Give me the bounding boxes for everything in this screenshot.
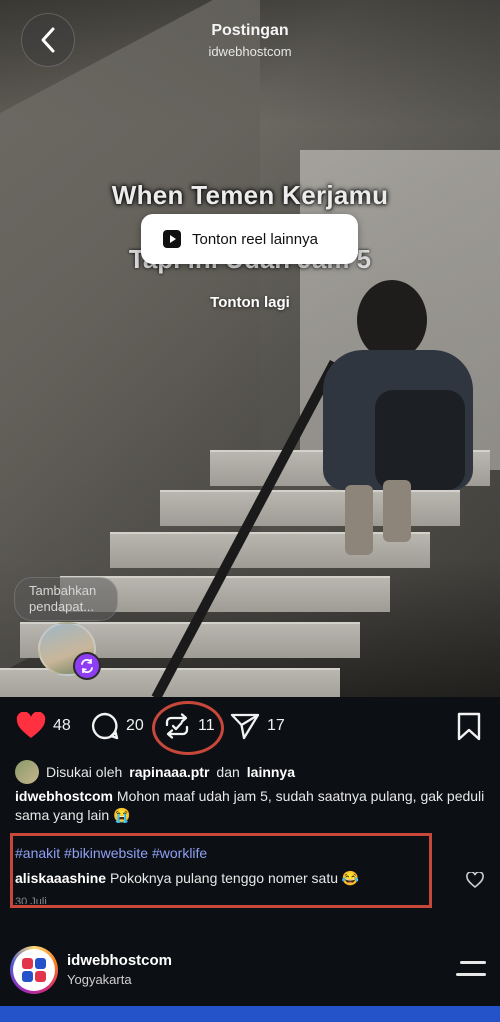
like-count: 48 [53,717,71,734]
add-note-bubble[interactable]: Tambahkan pendapat... [14,577,118,621]
post-caption: idwebhostcom Mohon maaf udah jam 5, suda… [15,787,485,825]
page-subtitle-username[interactable]: idwebhostcom [0,44,500,59]
repost-badge [73,652,101,680]
send-icon [230,713,260,740]
comment-icon [91,712,119,740]
liked-by-and: dan [216,764,240,780]
liked-by-prefix: Disukai oleh [46,764,123,780]
avatar [15,760,39,784]
comment-button[interactable]: 20 [91,709,144,743]
share-button[interactable]: 17 [230,709,285,743]
play-icon [163,230,181,248]
liked-by-user[interactable]: rapinaaa.ptr [129,764,209,780]
repost-icon [81,659,93,673]
liked-by-row[interactable]: Disukai oleh rapinaaa.ptr dan lainnya [15,760,295,784]
comment-date: 30 Juli [15,896,47,904]
post-hashtags[interactable]: #anakit #bikinwebsite #worklife [15,845,207,861]
repost-highlight-ring [152,701,224,755]
caption-author[interactable]: idwebhostcom [15,788,113,804]
logo-icon [22,958,46,982]
comment-username[interactable]: aliskaaashine [15,870,106,886]
comment-text: Pokoknya pulang tenggo nomer satu 😂 [109,870,360,886]
heart-outline-icon [466,871,484,889]
account-name[interactable]: idwebhostcom [67,952,172,969]
share-count: 17 [267,717,285,734]
watch-more-reels-button[interactable]: Tonton reel lainnya [141,214,358,264]
brand-logo [13,949,55,991]
bottom-strip [0,1006,500,1022]
video-scene-person [305,280,485,570]
bookmark-icon [457,712,481,741]
page-title: Postingan [211,22,289,39]
like-button[interactable]: 48 [16,709,71,743]
replay-button[interactable]: Tonton lagi [0,294,500,311]
account-avatar[interactable] [10,946,58,994]
watch-more-reels-label: Tonton reel lainnya [192,230,318,248]
comment-like-button[interactable] [466,871,484,893]
comment-preview: aliskaaashine Pokoknya pulang tenggo nom… [15,870,359,887]
action-bar: 48 20 11 17 [0,697,500,755]
heart-filled-icon [16,712,46,738]
comment-count: 20 [126,717,144,734]
account-location[interactable]: Yogyakarta [67,972,132,987]
liked-by-others[interactable]: lainnya [247,764,295,780]
video-overlay-caption: When Temen Kerjamu [111,180,389,210]
menu-button[interactable] [456,959,486,979]
save-button[interactable] [456,712,482,747]
menu-line-icon [460,961,486,964]
menu-line-icon [456,973,486,976]
